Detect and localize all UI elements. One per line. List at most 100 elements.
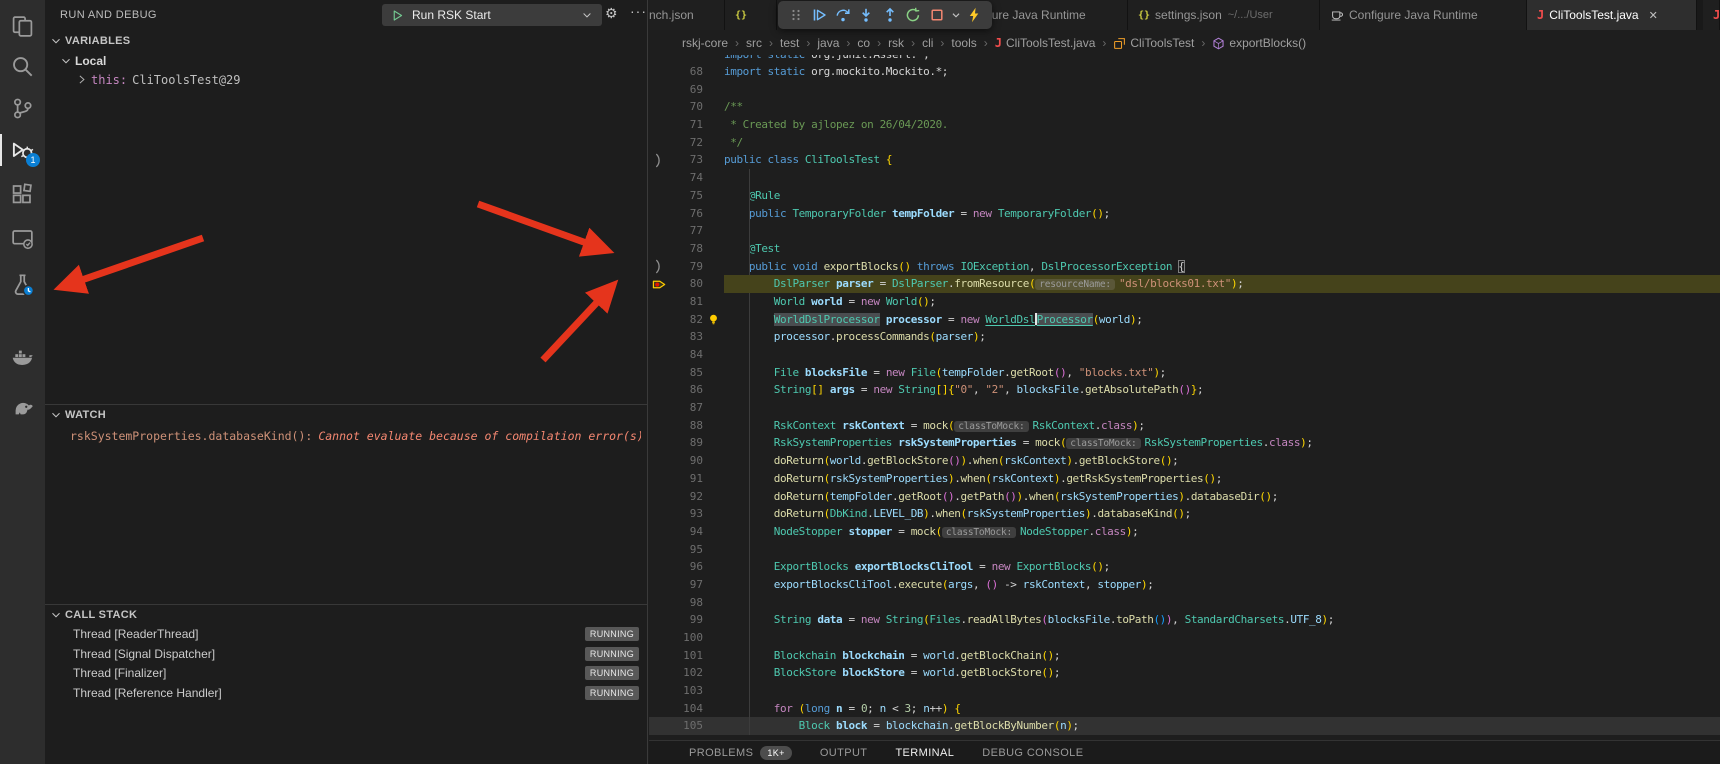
watch-section-header[interactable]: WATCH [45,405,647,425]
continue-icon[interactable] [808,3,832,27]
line-number: 94 [669,523,703,541]
extensions-icon[interactable] [0,176,45,212]
breadcrumb-item[interactable]: exportBlocks() [1212,36,1306,50]
editor-tab-partial[interactable]: J [1703,0,1720,30]
json-file-icon: {} [1138,10,1150,21]
breadcrumb-separator: › [877,36,881,50]
sidebar-title: RUN AND DEBUG [60,9,157,21]
chevron-down-icon[interactable] [572,9,602,21]
fold-column [703,488,724,506]
fold-column [703,647,724,665]
variables-scope-local[interactable]: Local [59,51,106,70]
breadcrumb-separator: › [735,36,739,50]
variable-this-row[interactable]: this: CliToolsTest@29 [75,70,241,89]
breadcrumb-item[interactable]: test [780,36,799,50]
watch-header-label: WATCH [65,409,106,421]
watch-expression-row[interactable]: rskSystemProperties.databaseKind(): Cann… [70,426,641,445]
editor-tab-partial[interactable]: {} [725,0,777,30]
breadcrumb-separator: › [984,36,988,50]
gear-icon[interactable]: ⚙ [605,5,618,22]
code-line-82: 82 WorldDslProcessor processor = new Wor… [649,311,1720,329]
hot-code-replace-icon[interactable] [963,3,987,27]
gutter [649,328,669,346]
step-out-icon[interactable] [878,3,902,27]
editor-tab-nch.json[interactable]: nch.json [649,0,725,30]
call-stack-thread-row[interactable]: Thread [Finalizer] RUNNING [45,663,647,683]
variables-header-label: VARIABLES [65,35,130,47]
java-file-icon: J [1713,8,1720,22]
panel-tab-terminal[interactable]: TERMINAL [895,747,954,759]
explorer-icon[interactable] [0,8,45,44]
breadcrumb-item[interactable]: JCliToolsTest.java [995,36,1096,50]
code-line-91: 91 doReturn(rskSystemProperties).when(rs… [649,470,1720,488]
drag-handle-icon[interactable] [784,3,808,27]
breadcrumb-item[interactable]: rskj-core [682,36,728,50]
step-over-icon[interactable] [831,3,855,27]
gradle-icon[interactable] [0,388,45,424]
editor-tab-settings.json[interactable]: {}settings.json~/.../User [1128,0,1320,30]
fold-arc-icon[interactable] [649,258,669,276]
line-number: 76 [669,205,703,223]
breadcrumb-item[interactable]: CliToolsTest [1113,36,1194,50]
editor-tab-CliToolsTest.java[interactable]: JCliToolsTest.java✕ [1527,0,1697,30]
remote-explorer-icon[interactable] [0,220,45,256]
line-number: 97 [669,576,703,594]
step-into-icon[interactable] [855,3,879,27]
panel-tab-debug-console[interactable]: DEBUG CONSOLE [982,747,1083,759]
panel-tab-output[interactable]: OUTPUT [820,747,868,759]
docker-icon[interactable] [0,338,45,374]
search-icon[interactable] [0,48,45,84]
thread-name: Thread [Finalizer] [73,666,166,680]
run-config-button[interactable]: Run RSK Start [382,4,602,26]
breadcrumb-item[interactable]: cli [922,36,933,50]
breadcrumb-label: rskj-core [682,36,728,50]
thread-status-badge: RUNNING [585,647,639,661]
breadcrumb-item[interactable]: src [746,36,762,50]
fold-column [703,328,724,346]
code-text [724,541,1720,559]
code-line-101: 101 Blockchain blockchain = world.getBlo… [649,647,1720,665]
code-text: @Test [724,240,1720,258]
line-number: 82 [669,311,703,329]
current-instruction-pointer-icon[interactable] [649,275,669,293]
call-stack-section-header[interactable]: CALL STACK [45,605,647,625]
code-text: DslParser parser = DslParser.fromResourc… [724,275,1720,293]
code-line-77: 77 [649,222,1720,240]
editor-tab-Configure Java Runtime[interactable]: Configure Java Runtime [1320,0,1527,30]
breadcrumb-item[interactable]: rsk [888,36,904,50]
call-stack-thread-row[interactable]: Thread [ReaderThread]RUNNING [45,624,647,644]
code-text: String[] args = new String[]{"0", "2", b… [724,381,1720,399]
code-editor[interactable]: import static org.junit.Assert.*;68impor… [649,55,1720,740]
source-control-icon[interactable] [0,90,45,126]
lightbulb-icon[interactable] [703,311,724,329]
line-number: 74 [669,169,703,187]
call-stack-thread-row[interactable]: Thread [Signal Dispatcher]RUNNING [45,644,647,664]
code-text: RskSystemProperties rskSystemProperties … [724,434,1720,452]
variables-section-header[interactable]: VARIABLES [45,31,647,51]
code-text: Block block = blockchain.getBlockByNumbe… [724,717,1720,735]
stop-icon[interactable] [925,3,949,27]
breadcrumb-item[interactable]: co [857,36,870,50]
restart-icon[interactable] [902,3,926,27]
gutter[interactable] [649,311,669,329]
line-number: 103 [669,682,703,700]
code-line-70: 70/** [649,98,1720,116]
call-stack-thread-row[interactable]: Thread [Reference Handler]RUNNING [45,683,647,703]
gutter [649,417,669,435]
run-and-debug-icon[interactable]: 1 [0,132,45,168]
fold-arc-icon[interactable] [649,151,669,169]
breadcrumb-label: CliToolsTest.java [1006,36,1095,50]
testing-icon[interactable] [0,266,45,302]
panel-tab-problems[interactable]: PROBLEMS1K+ [689,746,792,760]
stop-menu-icon[interactable] [949,3,963,27]
fold-column [703,98,724,116]
close-icon[interactable]: ✕ [1649,9,1658,22]
line-number: 86 [669,381,703,399]
thread-status-badge: RUNNING [585,666,639,680]
breadcrumb-item[interactable]: tools [951,36,976,50]
gutter [649,576,669,594]
more-actions-icon[interactable]: ··· [630,3,647,19]
code-text [724,682,1720,700]
breadcrumb-item[interactable]: java [817,36,839,50]
class-symbol-icon [1113,37,1126,50]
